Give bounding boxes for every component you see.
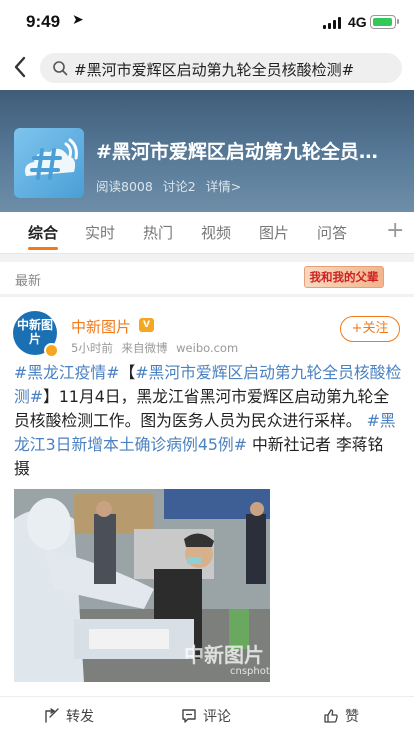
topic-banner: #黑河市爱辉区启动第九轮全员… 阅读8008 讨论2 详情>	[0, 90, 414, 212]
tab-realtime[interactable]: 实时	[85, 222, 115, 243]
topic-title: #黑河市爱辉区启动第九轮全员…	[96, 141, 378, 163]
tab-video[interactable]: 视频	[201, 222, 231, 243]
verified-badge-icon	[44, 343, 59, 358]
post-meta: 5小时前 来自微博 weibo.com	[71, 340, 243, 356]
feed-header: 最新 我和我的父辈	[0, 262, 414, 294]
topic-hashtag-icon	[14, 128, 84, 198]
search-icon	[53, 61, 68, 76]
search-query: #黑河市爱辉区启动第九轮全员核酸检测#	[74, 61, 355, 79]
discussion-count: 讨论2	[162, 179, 196, 194]
signal-icon	[323, 17, 343, 29]
post-text: #黑龙江疫情#【#黑河市爱辉区启动第九轮全员核酸检测#】11月4日，黑龙江省黑河…	[14, 361, 402, 481]
like-button[interactable]: 赞	[323, 706, 359, 726]
post-actions: 转发 评论 赞	[0, 696, 414, 734]
tab-bar: 综合 实时 热门 视频 图片 问答 +	[0, 212, 414, 254]
post-text-segment: 【	[119, 363, 136, 382]
post-card: 中新图片 中新图片 V 5小时前 来自微博 weibo.com +关注 #黑龙江…	[0, 297, 414, 734]
location-arrow-icon: ➤	[72, 12, 84, 28]
back-icon[interactable]	[10, 54, 36, 82]
photo-watermark: 中新图片	[184, 643, 264, 667]
post-time: 5小时前	[71, 341, 113, 355]
like-label: 赞	[345, 709, 359, 725]
promo-badge[interactable]: 我和我的父辈	[304, 266, 384, 288]
topic-stats: 阅读8008 讨论2 详情>	[96, 176, 247, 195]
network-type: 4G	[348, 14, 367, 30]
thumbs-up-icon	[324, 709, 338, 723]
repost-label: 转发	[66, 709, 94, 725]
tab-comprehensive[interactable]: 综合	[28, 222, 58, 243]
battery-icon	[370, 15, 399, 29]
repost-button[interactable]: 转发	[44, 706, 94, 726]
details-link[interactable]: 详情>	[206, 179, 241, 194]
post-source: 来自微博	[121, 341, 168, 355]
tab-hot[interactable]: 热门	[143, 222, 173, 243]
comment-icon	[182, 709, 196, 723]
tab-qa[interactable]: 问答	[317, 222, 347, 243]
feed-label: 最新	[15, 274, 42, 289]
author-name[interactable]: 中新图片	[71, 316, 131, 337]
repost-icon	[45, 708, 59, 723]
tab-images[interactable]: 图片	[259, 222, 289, 243]
search-header: #黑河市爱辉区启动第九轮全员核酸检测#	[0, 46, 414, 90]
active-tab-indicator	[28, 247, 58, 250]
read-count: 阅读8008	[96, 179, 153, 194]
hashtag-link[interactable]: #黑龙江疫情#	[14, 363, 119, 382]
follow-button[interactable]: +关注	[340, 316, 400, 342]
post-text-segment: 】11月4日，黑龙江省黑河市爱辉区启动第九轮全员核酸检测工作。图为医务人员为民众…	[14, 387, 390, 430]
comment-button[interactable]: 评论	[181, 706, 231, 726]
comment-label: 评论	[203, 709, 231, 725]
member-icon: V	[139, 318, 154, 332]
add-tab-icon[interactable]: +	[386, 218, 404, 243]
search-input[interactable]: #黑河市爱辉区启动第九轮全员核酸检测#	[40, 53, 402, 83]
clock: 9:49	[26, 12, 61, 31]
status-bar: 9:49 ➤ 4G	[0, 0, 414, 46]
post-image[interactable]: 中新图片 cnsphoto	[14, 489, 270, 682]
post-domain: weibo.com	[176, 341, 239, 355]
photo-watermark-sub: cnsphoto	[230, 666, 270, 677]
